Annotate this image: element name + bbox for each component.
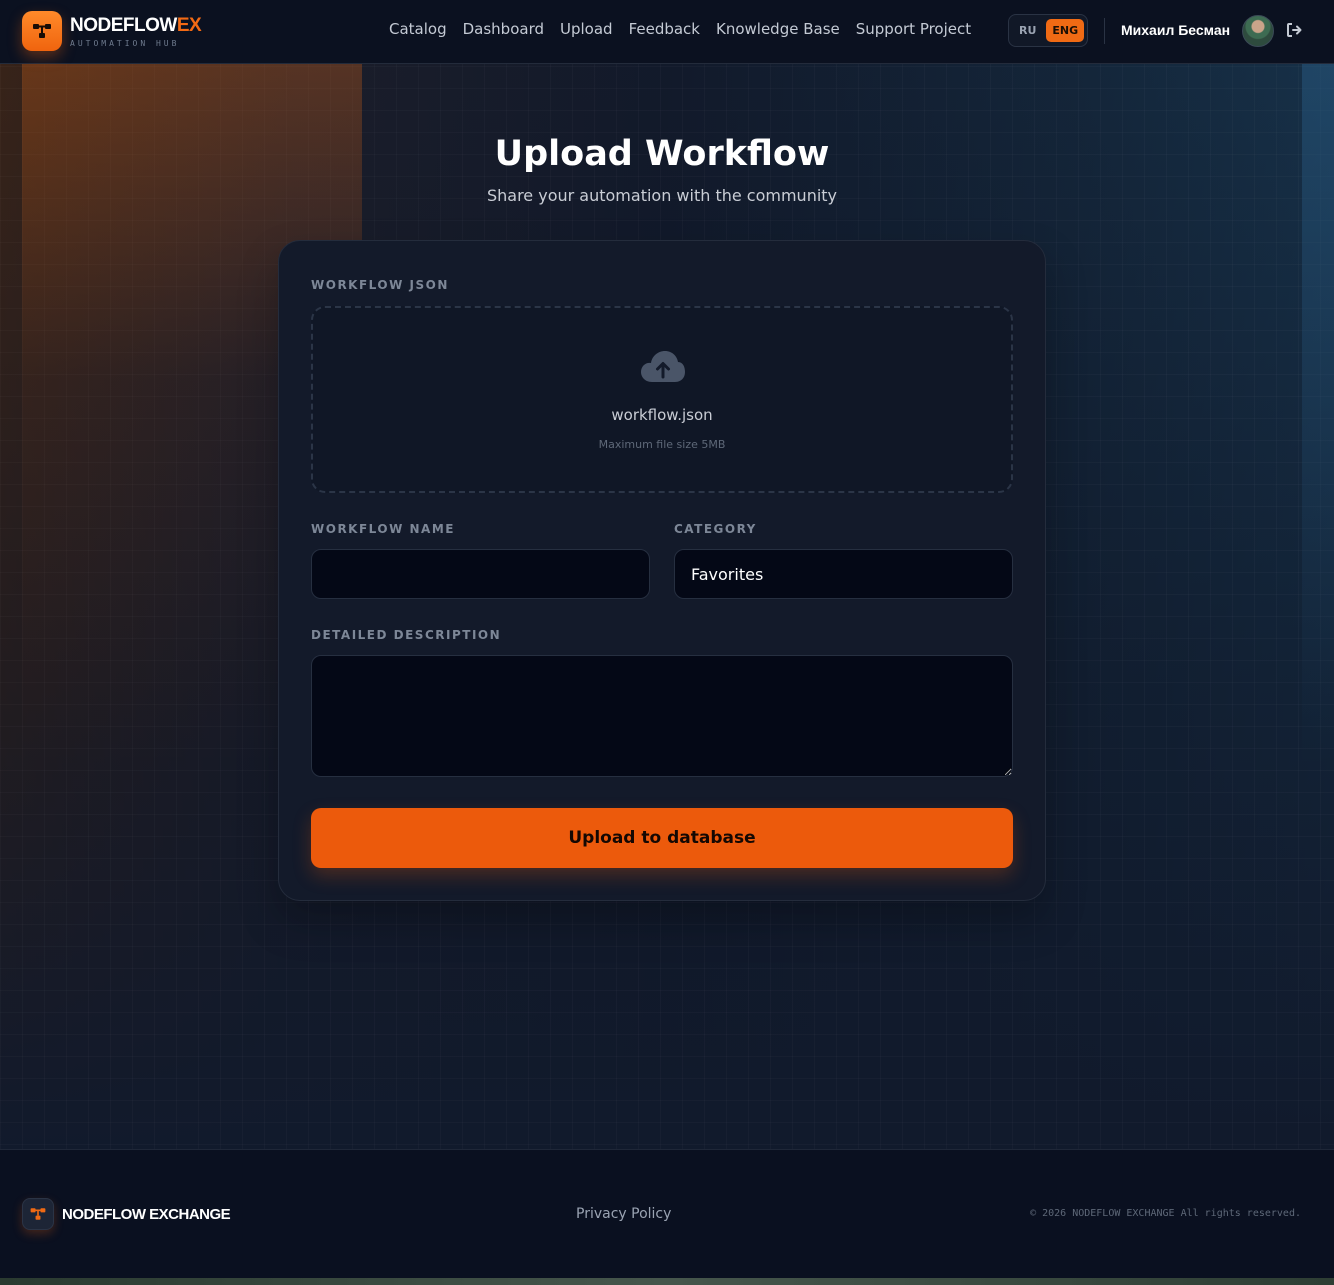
workflow-name-label: WORKFLOW NAME <box>311 522 455 536</box>
user-name[interactable]: Михаил Бесман <box>1121 22 1230 38</box>
nav-upload[interactable]: Upload <box>560 20 613 38</box>
footer-brand-name: NODEFLOW EXCHANGE <box>62 1205 231 1223</box>
workflow-name-input[interactable] <box>311 549 650 599</box>
nav-knowledge-base[interactable]: Knowledge Base <box>716 20 840 38</box>
nav-feedback[interactable]: Feedback <box>629 20 700 38</box>
language-switcher: RU ENG <box>1008 14 1088 47</box>
brand-logo-link[interactable]: NODEFLOWEX AUTOMATION HUB <box>22 11 202 51</box>
logout-icon[interactable] <box>1285 21 1303 43</box>
category-select[interactable]: Favorites <box>674 549 1013 599</box>
nav-support-project[interactable]: Support Project <box>856 20 971 38</box>
page-subtitle: Share your automation with the community <box>486 186 838 205</box>
brand-tagline: AUTOMATION HUB <box>70 38 180 48</box>
workflow-json-label: WORKFLOW JSON <box>311 278 449 292</box>
language-eng-button[interactable]: ENG <box>1046 19 1085 42</box>
page-footer: NODEFLOW EXCHANGE Privacy Policy © 2026 … <box>0 1149 1334 1278</box>
copyright-text: © 2026 NODEFLOW EXCHANGE All rights rese… <box>1030 1208 1301 1219</box>
description-label: DETAILED DESCRIPTION <box>311 628 502 642</box>
main-nav: Catalog Dashboard Upload Feedback Knowle… <box>389 20 971 38</box>
footer-workflow-nodes-icon <box>22 1198 54 1230</box>
top-header: NODEFLOWEX AUTOMATION HUB Catalog Dashbo… <box>0 0 1334 64</box>
workflow-nodes-icon <box>22 11 62 51</box>
nav-dashboard[interactable]: Dashboard <box>463 20 544 38</box>
header-divider <box>1104 18 1105 44</box>
file-size-hint: Maximum file size 5MB <box>598 438 726 451</box>
privacy-policy-link[interactable]: Privacy Policy <box>576 1206 671 1222</box>
upload-form-card: WORKFLOW JSON workflow.json Maximum file… <box>278 240 1046 901</box>
cloud-upload-icon <box>640 350 686 388</box>
file-dropzone[interactable]: workflow.json Maximum file size 5MB <box>311 306 1013 493</box>
upload-submit-button[interactable]: Upload to database <box>311 808 1013 868</box>
bottom-strip <box>0 1278 1334 1285</box>
description-textarea[interactable] <box>311 655 1013 777</box>
footer-brand[interactable]: NODEFLOW EXCHANGE <box>22 1198 231 1230</box>
category-selected-value: Favorites <box>691 564 764 584</box>
avatar[interactable] <box>1242 15 1274 47</box>
nav-catalog[interactable]: Catalog <box>389 20 447 38</box>
language-ru-button[interactable]: RU <box>1013 19 1042 42</box>
category-label: CATEGORY <box>674 522 757 536</box>
selected-file-name: workflow.json <box>611 406 713 424</box>
brand-name: NODEFLOWEX <box>70 14 202 36</box>
page-title: Upload Workflow <box>494 134 830 174</box>
